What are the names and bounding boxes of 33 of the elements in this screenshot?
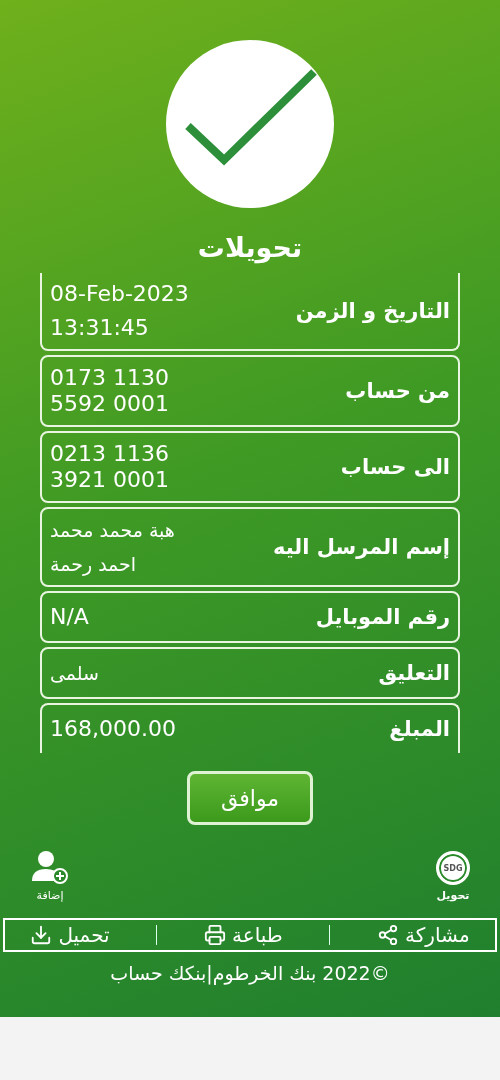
detail-value: N/A: [50, 604, 89, 630]
detail-label: المبلغ: [389, 717, 450, 741]
share-icon: [377, 924, 400, 946]
shortcut-label: إضافة: [36, 889, 64, 902]
detail-value: 08-Feb-2023: [50, 280, 189, 308]
detail-label: الى حساب: [340, 455, 450, 479]
detail-label: من حساب: [345, 379, 450, 403]
detail-value: 168,000.00: [50, 716, 176, 742]
download-icon: [30, 924, 53, 946]
page-title: تحويلات: [197, 232, 303, 263]
detail-value: 0213 1136: [50, 441, 169, 467]
printer-icon: [204, 924, 226, 946]
detail-value: 3921 0001: [50, 467, 169, 493]
check-icon: [166, 40, 334, 208]
detail-label: إسم المرسل اليه: [273, 535, 450, 559]
add-contact-button[interactable]: إضافة: [30, 851, 70, 902]
detail-label: رقم الموبايل: [315, 605, 450, 629]
add-user-icon: [30, 851, 70, 885]
copyright-text: ©2022 بنك الخرطوم|بنكك حساب: [110, 962, 390, 984]
detail-value: 5592 0001: [50, 391, 169, 417]
detail-value: 0173 1130: [50, 365, 169, 391]
download-button[interactable]: تحميل: [26, 923, 114, 947]
print-button[interactable]: طباعة: [200, 923, 287, 947]
ok-button[interactable]: موافق: [187, 771, 313, 825]
currency-badge: SDG: [436, 851, 470, 885]
detail-value: سلمى: [50, 661, 100, 686]
detail-value: هبة محمد محمد: [50, 518, 175, 543]
detail-label: التاريخ و الزمن: [295, 299, 450, 323]
detail-value: 13:31:45: [50, 314, 149, 342]
share-button[interactable]: مشاركة: [373, 923, 474, 947]
shortcut-label: تحويل: [436, 889, 470, 902]
detail-label: التعليق: [378, 661, 450, 685]
detail-value: احمد رحمة: [50, 552, 137, 578]
